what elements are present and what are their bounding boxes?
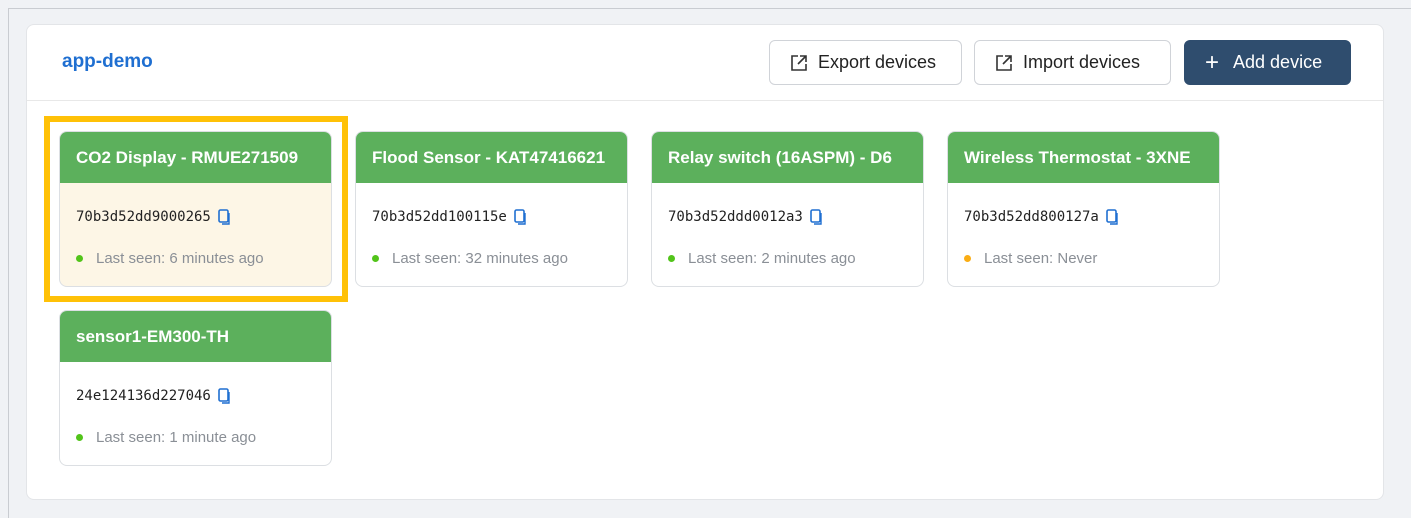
device-status: Last seen: Never xyxy=(964,250,1097,267)
app-title[interactable]: app-demo xyxy=(62,51,153,73)
device-name: Wireless Thermostat - 3XNE xyxy=(948,132,1219,183)
status-online-dot xyxy=(76,255,83,262)
device-card[interactable]: CO2 Display - RMUE271509 70b3d52dd900026… xyxy=(59,131,332,287)
device-eui-row: 70b3d52dd800127a xyxy=(964,209,1118,225)
device-status: Last seen: 6 minutes ago xyxy=(76,250,264,267)
last-seen-text: Last seen: 32 minutes ago xyxy=(392,250,568,267)
device-eui: 70b3d52dd800127a xyxy=(964,209,1099,225)
last-seen-text: Last seen: 6 minutes ago xyxy=(96,250,264,267)
device-name: CO2 Display - RMUE271509 xyxy=(60,132,331,183)
export-icon xyxy=(790,54,808,72)
add-device-label: Add device xyxy=(1233,52,1323,72)
import-devices-label: Import devices xyxy=(1023,52,1141,72)
device-eui: 70b3d52dd100115e xyxy=(372,209,507,225)
device-eui-row: 70b3d52dd100115e xyxy=(372,209,526,225)
device-status: Last seen: 32 minutes ago xyxy=(372,250,568,267)
copy-icon[interactable] xyxy=(810,209,822,225)
add-device-button[interactable]: + Add device xyxy=(1184,40,1351,85)
device-eui: 70b3d52dd9000265 xyxy=(76,209,211,225)
copy-icon[interactable] xyxy=(1106,209,1118,225)
import-devices-button[interactable]: Import devices xyxy=(974,40,1171,85)
copy-icon[interactable] xyxy=(218,209,230,225)
device-eui: 70b3d52ddd0012a3 xyxy=(668,209,803,225)
status-online-dot xyxy=(76,434,83,441)
device-card[interactable]: sensor1-EM300-TH 24e124136d227046 Last s… xyxy=(59,310,332,466)
device-card[interactable]: Relay switch (16ASPM) - D6 70b3d52ddd001… xyxy=(651,131,924,287)
copy-icon[interactable] xyxy=(218,388,230,404)
device-card[interactable]: Wireless Thermostat - 3XNE 70b3d52dd8001… xyxy=(947,131,1220,287)
export-devices-button[interactable]: Export devices xyxy=(769,40,962,85)
status-never-dot xyxy=(964,255,971,262)
device-name: Relay switch (16ASPM) - D6 xyxy=(652,132,923,183)
device-name: Flood Sensor - KAT47416621 xyxy=(356,132,627,183)
export-devices-label: Export devices xyxy=(818,52,937,72)
status-online-dot xyxy=(668,255,675,262)
device-eui-row: 24e124136d227046 xyxy=(76,388,230,404)
panel-header: app-demo Export devices Import devices +… xyxy=(27,25,1383,101)
device-status: Last seen: 2 minutes ago xyxy=(668,250,856,267)
copy-icon[interactable] xyxy=(514,209,526,225)
device-name: sensor1-EM300-TH xyxy=(60,311,331,362)
last-seen-text: Last seen: 2 minutes ago xyxy=(688,250,856,267)
device-status: Last seen: 1 minute ago xyxy=(76,429,256,446)
last-seen-text: Last seen: Never xyxy=(984,250,1098,267)
device-card[interactable]: Flood Sensor - KAT47416621 70b3d52dd1001… xyxy=(355,131,628,287)
device-eui-row: 70b3d52dd9000265 xyxy=(76,209,230,225)
device-eui: 24e124136d227046 xyxy=(76,388,211,404)
plus-icon: + xyxy=(1205,48,1220,76)
last-seen-text: Last seen: 1 minute ago xyxy=(96,429,257,446)
import-icon xyxy=(995,54,1013,72)
device-eui-row: 70b3d52ddd0012a3 xyxy=(668,209,822,225)
status-online-dot xyxy=(372,255,379,262)
